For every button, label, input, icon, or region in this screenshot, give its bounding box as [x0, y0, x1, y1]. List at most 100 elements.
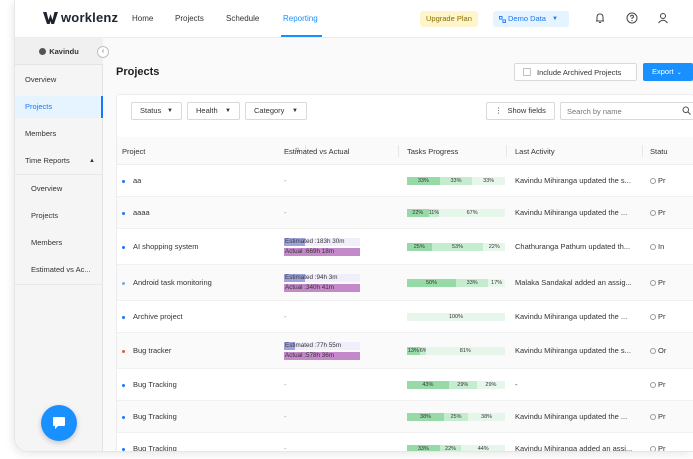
search-icon[interactable]: [682, 106, 691, 115]
status-badge[interactable]: Pr: [650, 380, 666, 389]
nav-home[interactable]: Home: [132, 14, 153, 23]
column-last-activity[interactable]: Last Activity: [515, 147, 555, 156]
project-name[interactable]: Archive project: [133, 312, 183, 321]
project-color-dot: [122, 349, 125, 353]
export-button[interactable]: Export ⌄: [643, 63, 693, 81]
status-badge[interactable]: In: [650, 242, 664, 251]
status-label: Pr: [658, 380, 666, 389]
health-filter-label: Health: [196, 106, 218, 115]
tasks-progress-bar: 38% 25% 38%: [407, 413, 505, 421]
table-row[interactable]: Android task monitoring Estimated :94h 3m…: [117, 265, 693, 301]
main-content: Projects Include Archived Projects Expor…: [103, 38, 693, 452]
include-archived-checkbox[interactable]: Include Archived Projects: [514, 63, 637, 81]
project-name[interactable]: AI shopping system: [133, 242, 198, 251]
sidebar-item-overview[interactable]: Overview: [15, 69, 103, 91]
nav-reporting[interactable]: Reporting: [283, 14, 318, 23]
status-badge[interactable]: Pr: [650, 176, 666, 185]
chat-support-button[interactable]: [41, 405, 77, 441]
collapse-sidebar-button[interactable]: ‹: [97, 46, 109, 58]
nav-schedule[interactable]: Schedule: [226, 14, 259, 23]
project-name[interactable]: Bug Tracking: [133, 380, 177, 389]
project-color-dot: [122, 211, 125, 215]
project-name[interactable]: Bug Tracking: [133, 444, 177, 451]
more-vertical-icon: ⋮: [495, 106, 503, 115]
status-badge[interactable]: Pr: [650, 444, 666, 452]
progress-segment: 33%: [472, 177, 505, 185]
chat-icon: [53, 417, 65, 429]
status-filter[interactable]: Status ▼: [131, 102, 182, 120]
estimated-time-label: Estimated :94h 3m: [285, 274, 338, 281]
sidebar-subitem-projects[interactable]: Projects: [15, 205, 103, 227]
last-activity: Chathuranga Pathum updated th...: [515, 242, 631, 251]
project-name[interactable]: Bug tracker: [133, 346, 171, 355]
table-row[interactable]: Bug Tracking - 38% 25% 38% Kavindu Mihiranga …: [117, 401, 693, 433]
tasks-progress-bar: 33% 33% 33%: [407, 177, 505, 185]
bell-icon[interactable]: [593, 11, 607, 25]
sidebar-subitem-members[interactable]: Members: [15, 232, 103, 254]
sidebar-item-time-reports[interactable]: Time Reports ▲: [15, 150, 103, 172]
project-name[interactable]: aaaa: [133, 208, 150, 217]
column-divider: [642, 145, 643, 157]
project-name[interactable]: aa: [133, 176, 141, 185]
table-row[interactable]: Bug Tracking -43% 29% 29% - Pr: [117, 369, 693, 401]
status-label: Pr: [658, 278, 666, 287]
tasks-progress-bar: 25% 53% 22%: [407, 243, 505, 251]
status-icon: [650, 178, 656, 184]
category-filter[interactable]: Category ▼: [245, 102, 307, 120]
column-status[interactable]: Statu: [650, 147, 668, 156]
team-switcher[interactable]: Demo Data ▼: [493, 11, 569, 27]
user-icon[interactable]: [656, 11, 670, 25]
status-icon: [650, 280, 656, 286]
nav-projects[interactable]: Projects: [175, 14, 204, 23]
progress-segment: 100%: [407, 313, 505, 321]
column-tasks-progress[interactable]: Tasks Progress: [407, 147, 458, 156]
status-icon: [650, 244, 656, 250]
status-label: Pr: [658, 412, 666, 421]
status-badge[interactable]: Pr: [650, 208, 666, 217]
health-filter[interactable]: Health ▼: [187, 102, 240, 120]
status-badge[interactable]: Pr: [650, 312, 666, 321]
progress-segment: 81%: [425, 347, 505, 355]
project-color-dot: [122, 281, 125, 285]
table-row[interactable]: Archive project - 100% Kavindu Mihiranga up…: [117, 301, 693, 333]
checkbox-box[interactable]: [523, 68, 531, 76]
table-row[interactable]: AI shopping system Estimated :183h 30m Act…: [117, 229, 693, 265]
progress-segment: 44%: [461, 445, 505, 451]
last-activity: Kavindu Mihiranga added an assi...: [515, 444, 633, 452]
progress-segment: 29%: [448, 381, 477, 389]
table-row[interactable]: aa -33% 33% 33% Kavindu Mihiranga updated th…: [117, 165, 693, 197]
status-icon: [650, 446, 656, 451]
divider: [15, 284, 103, 285]
sidebar-item-members[interactable]: Members: [15, 123, 103, 145]
chevron-up-icon: ▲: [89, 158, 95, 164]
caret-down-icon: ▼: [292, 108, 298, 114]
show-fields-button[interactable]: ⋮ Show fields: [486, 102, 555, 120]
project-name[interactable]: Bug Tracking: [133, 412, 177, 421]
help-icon[interactable]: [625, 11, 639, 25]
last-activity: -: [515, 380, 518, 389]
last-activity: Malaka Sandakal added an assig...: [515, 278, 632, 287]
progress-segment: 29%: [476, 381, 505, 389]
column-project[interactable]: Project: [122, 147, 145, 156]
column-estimated-vs-actual[interactable]: Estimated vs Actual: [284, 147, 349, 156]
status-label: Pr: [658, 444, 666, 452]
last-activity: Kavindu Mihiranga updated the ...: [515, 208, 628, 217]
table-row[interactable]: Bug Tracking - 33% 22% 44% Kavindu Mihiranga …: [117, 433, 693, 452]
status-badge[interactable]: Pr: [650, 412, 666, 421]
team-name: Kavindu: [15, 38, 103, 65]
sidebar-item-projects[interactable]: Projects: [15, 96, 103, 118]
upgrade-plan-button[interactable]: Upgrade Plan: [420, 11, 478, 27]
status-icon: [650, 414, 656, 420]
project-color-dot: [122, 245, 125, 249]
status-badge[interactable]: Pr: [650, 278, 666, 287]
search-input[interactable]: [560, 102, 693, 120]
project-name[interactable]: Android task monitoring: [133, 278, 212, 287]
status-badge[interactable]: Or: [650, 346, 666, 355]
projects-table-card: Status ▼ Health ▼ Category ▼ ⋮ Show fields P…: [116, 94, 693, 452]
table-row[interactable]: Bug tracker Estimated :77h 55m Actual :578…: [117, 333, 693, 369]
sidebar-subitem-overview[interactable]: Overview: [15, 178, 103, 200]
sidebar-subitem-estimated-vs-actual[interactable]: Estimated vs Ac...: [15, 259, 103, 281]
table-row[interactable]: aaaa - 22% 11% 67% Kavindu Mihiranga updated …: [117, 197, 693, 229]
logo[interactable]: worklenz: [43, 10, 118, 25]
progress-segment: 53%: [431, 243, 484, 251]
